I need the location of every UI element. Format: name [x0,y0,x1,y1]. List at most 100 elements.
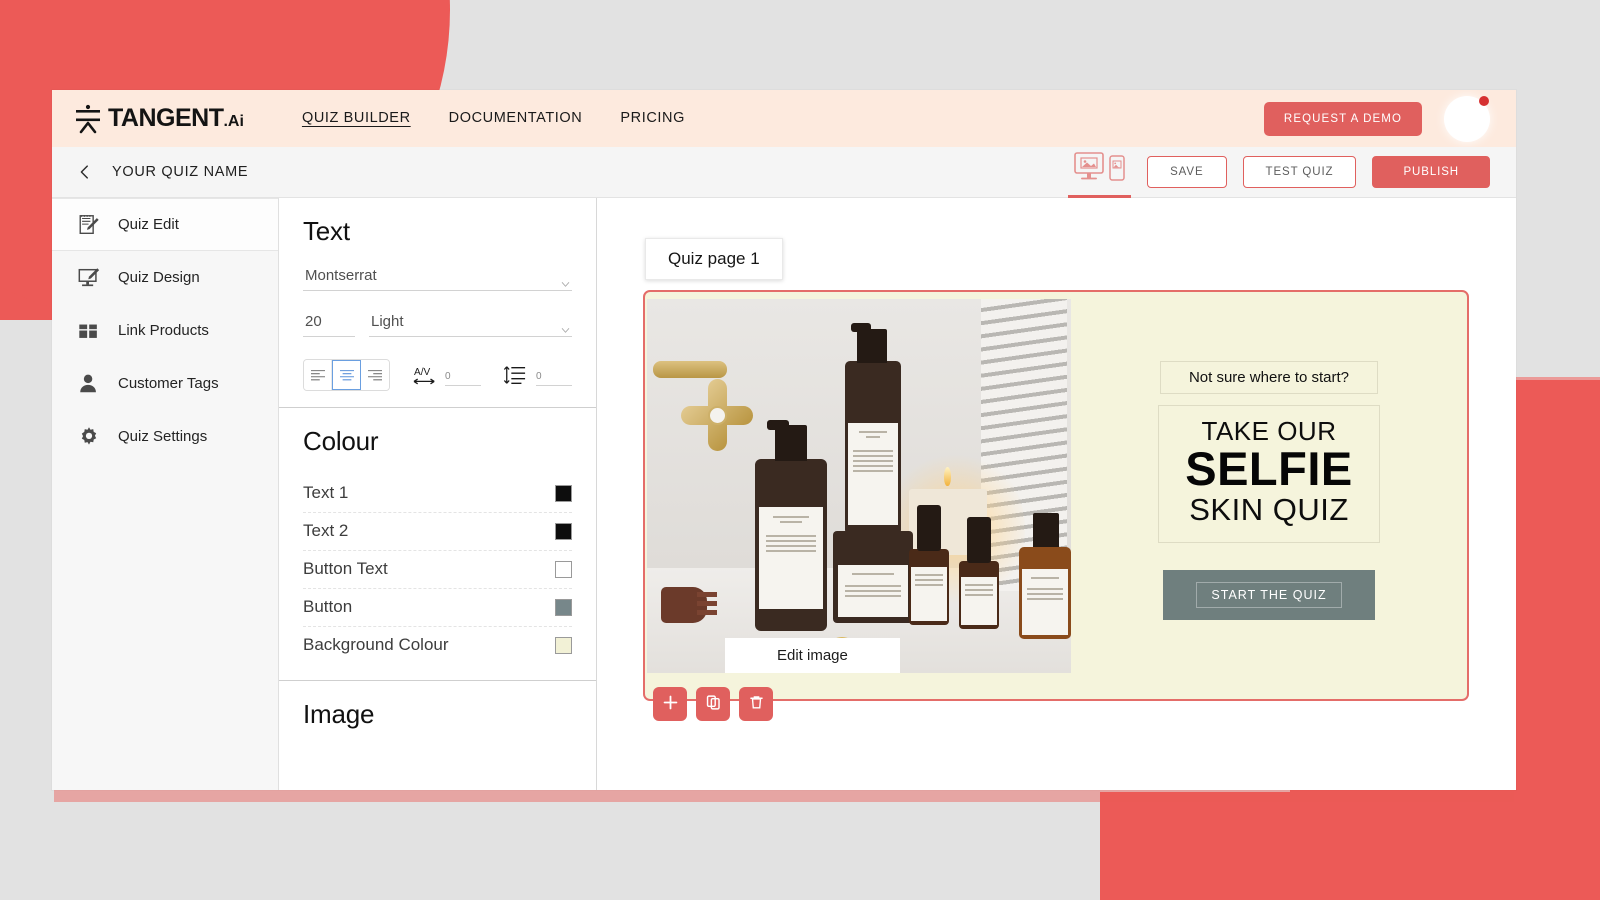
sidebar-item-label: Link Products [118,322,209,339]
properties-panel: Text Montserrat 20 Light A/V 0 0 Colour … [279,198,597,790]
sidebar-item-label: Quiz Edit [118,216,179,233]
primary-nav-links: QUIZ BUILDER DOCUMENTATION PRICING [302,110,685,128]
avatar-wrapper [1444,95,1490,142]
photo-hair-clip [661,587,717,623]
image-section-title: Image [303,699,375,729]
workspace: Quiz Edit Quiz Design Link Products Cust… [52,198,1516,790]
quiz-page-tab[interactable]: Quiz page 1 [645,238,783,280]
colour-swatch-button-text[interactable] [555,560,572,578]
align-center-button[interactable] [332,360,361,390]
sidebar-item-quiz-edit[interactable]: Quiz Edit [52,198,278,251]
nav-link-documentation[interactable]: DOCUMENTATION [449,110,583,128]
photo-dropper-serum-2 [959,561,999,629]
gear-icon [76,424,102,450]
delete-page-button[interactable] [739,687,773,721]
letter-spacing-input[interactable] [445,371,481,386]
quiz-canvas: Quiz page 1 Edit image Not sure where to… [597,198,1516,790]
photo-pump-cap [775,425,807,461]
top-nav-right-group: REQUEST A DEMO [1263,95,1516,142]
photo-candle-flame [944,467,951,486]
quiz-card-image[interactable]: Edit image [647,299,1071,673]
nav-link-quiz-builder[interactable]: QUIZ BUILDER [302,110,411,128]
request-demo-button[interactable]: REQUEST A DEMO [1263,101,1422,136]
quiz-page-card[interactable]: Edit image Not sure where to start? TAKE… [643,290,1469,721]
device-preview-toggle[interactable] [1068,147,1132,198]
bg-shape-bottom-bar [1100,792,1600,900]
duplicate-icon [705,694,722,714]
top-navigation-bar: TANGENT.Ai QUIZ BUILDER DOCUMENTATION PR… [52,90,1516,147]
quiz-card-content: Not sure where to start? TAKE OUR SELFIE… [1071,292,1467,699]
colour-label: Text 1 [303,483,349,502]
colour-label: Button Text [303,559,388,578]
save-button[interactable]: SAVE [1147,156,1227,188]
person-icon [76,371,102,397]
sidebar-item-quiz-settings[interactable]: Quiz Settings [52,410,278,463]
photo-faucet-arm [653,361,727,378]
duplicate-page-button[interactable] [696,687,730,721]
test-quiz-button[interactable]: TEST QUIZ [1242,156,1357,188]
font-family-field[interactable] [303,265,572,291]
quiz-headline-block[interactable]: TAKE OUR SELFIE SKIN QUIZ [1158,404,1380,544]
colour-swatch-background[interactable] [555,636,572,654]
sidebar-navigation: Quiz Edit Quiz Design Link Products Cust… [52,198,279,790]
font-size-field[interactable] [303,311,355,337]
edit-image-button[interactable]: Edit image [725,638,900,673]
font-weight-field[interactable] [369,311,572,337]
sidebar-item-customer-tags[interactable]: Customer Tags [52,357,278,410]
toolbar-actions: SAVE TEST QUIZ PUBLISH [1068,147,1490,198]
line-height-input[interactable] [536,371,572,386]
sidebar-item-label: Quiz Settings [118,428,208,445]
line-height-control [503,364,572,386]
brand-logo[interactable]: TANGENT.Ai [74,104,244,134]
colour-swatch-text-1[interactable] [555,484,572,502]
plus-icon [662,694,679,714]
colour-swatch-button[interactable] [555,598,572,616]
align-left-button[interactable] [304,360,333,390]
notepad-pencil-icon [76,212,102,238]
text-alignment-group [303,359,390,391]
text-alignment-and-spacing: A/V [303,359,572,391]
sidebar-item-link-products[interactable]: Link Products [52,304,278,357]
desktop-preview-icon[interactable] [1074,151,1108,186]
add-page-button[interactable] [653,687,687,721]
brand-logo-suffix: .Ai [223,113,244,130]
colour-section-title: Colour [303,426,379,456]
products-box-icon [76,318,102,344]
colour-swatch-text-2[interactable] [555,522,572,540]
font-weight-input[interactable] [369,311,572,337]
photo-dropper-serum-1 [909,549,949,625]
font-family-input[interactable] [303,265,572,291]
sidebar-item-quiz-design[interactable]: Quiz Design [52,251,278,304]
quiz-headline-line-3: SKIN QUIZ [1189,492,1349,528]
text-section-title: Text [303,216,350,246]
nav-link-pricing[interactable]: PRICING [620,110,685,128]
skincare-product-photo [647,299,1071,673]
quiz-cta-wrapper: START THE QUIZ [1163,570,1375,621]
svg-text:A/V: A/V [414,367,431,378]
quiz-subtitle-text[interactable]: Not sure where to start? [1159,360,1379,394]
quiz-headline-line-1: TAKE OUR [1201,415,1337,446]
colour-label: Button [303,597,353,616]
quiz-toolbar: YOUR QUIZ NAME SAVE TEST QUIZ PUBLISH [52,147,1516,198]
font-size-input[interactable] [303,311,355,337]
colour-row-text-1: Text 1 [303,475,572,513]
font-size-weight-row [303,311,572,337]
letter-spacing-control: A/V [412,364,481,386]
start-quiz-button[interactable]: START THE QUIZ [1163,570,1375,621]
quiz-name-label[interactable]: YOUR QUIZ NAME [112,164,248,180]
letter-spacing-icon: A/V [412,364,438,386]
colour-row-button-text: Button Text [303,551,572,589]
photo-faucet-handle [681,379,753,451]
image-properties-section: Image [279,681,596,746]
photo-bottle-repair-cream [1019,547,1071,639]
quiz-card-actions [653,687,773,721]
start-quiz-button-label: START THE QUIZ [1196,582,1342,609]
photo-bottle-toner [845,361,901,535]
mobile-preview-icon[interactable] [1109,154,1125,186]
align-right-button[interactable] [360,360,389,390]
publish-button[interactable]: PUBLISH [1372,156,1490,188]
line-height-icon [503,364,529,386]
chevron-left-icon[interactable] [74,161,96,183]
monitor-pencil-icon [76,265,102,291]
colour-row-button: Button [303,589,572,627]
